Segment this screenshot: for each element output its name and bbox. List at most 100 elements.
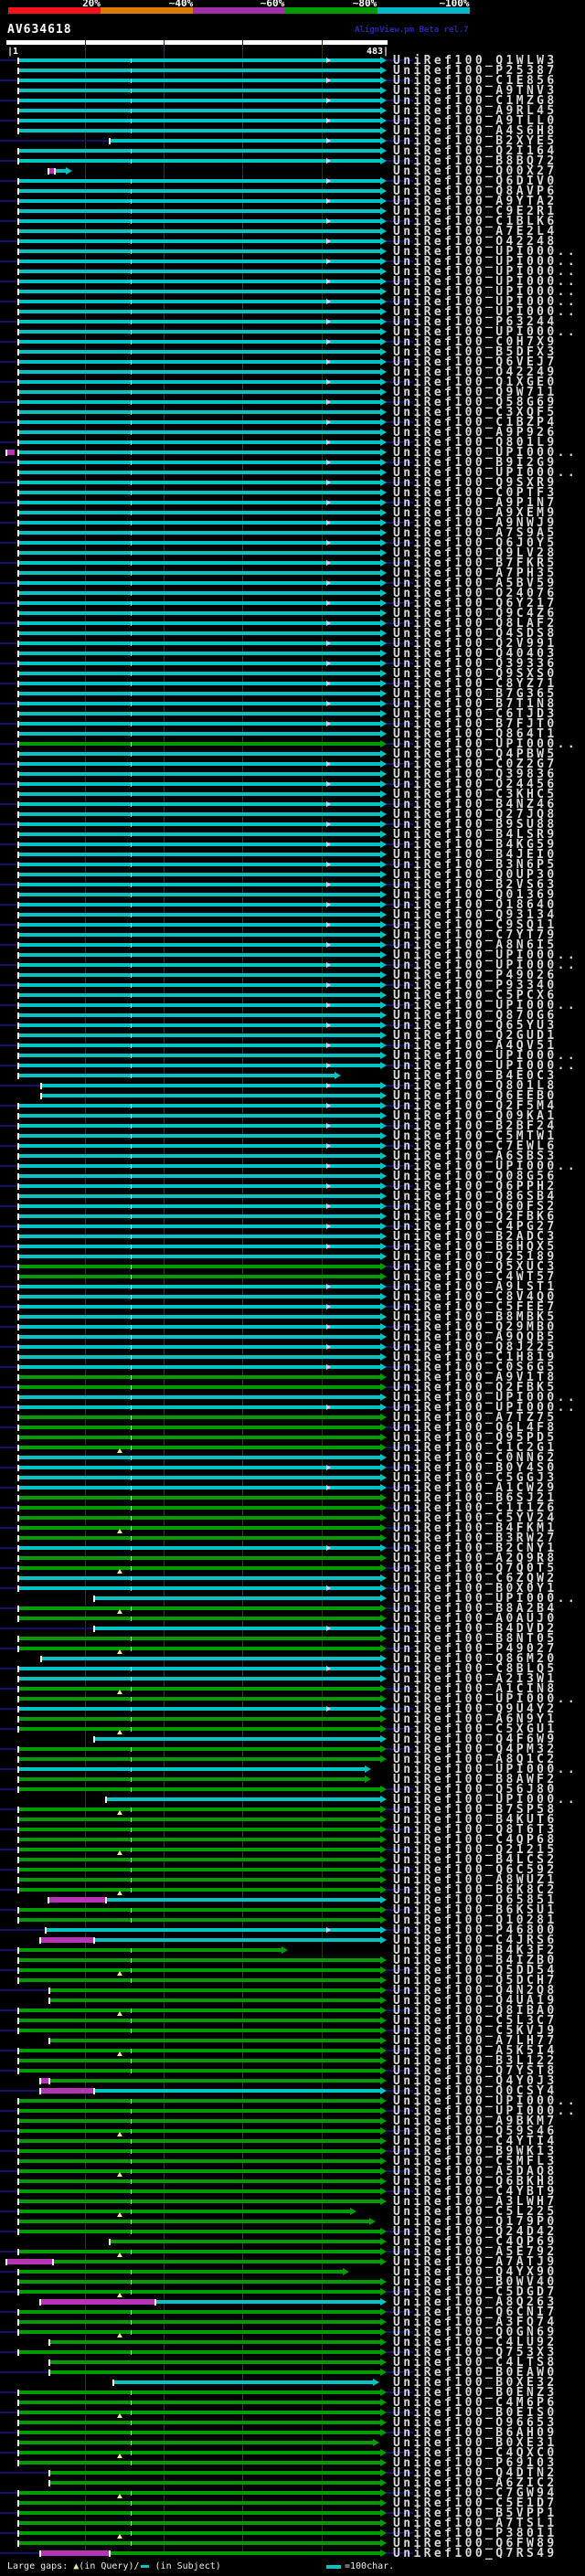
gap-leader-line <box>0 220 19 222</box>
bar-gap-tick <box>131 1265 132 1269</box>
bar-arrowhead-icon <box>380 1896 387 1903</box>
alignment-bar <box>18 1426 381 1429</box>
bar-gap-tick <box>131 1124 132 1129</box>
bar-arrowhead-icon <box>380 811 387 818</box>
gap-leader-line <box>0 1125 19 1127</box>
bar-arrowhead-icon <box>380 1595 387 1602</box>
bar-start-tick <box>17 450 20 456</box>
bar-arrowhead-icon <box>380 770 387 778</box>
bar-start-tick <box>48 1998 50 2004</box>
bar-arrowhead-icon <box>380 509 387 516</box>
bar-start-tick <box>17 1756 20 1763</box>
bar-start-tick <box>17 470 20 476</box>
bar-start-tick <box>17 2068 20 2074</box>
bar-arrowhead-icon <box>380 479 387 486</box>
bar-gap-tick <box>131 802 132 807</box>
alignment-bar <box>18 2019 381 2022</box>
hsp-boundary-arrow-icon <box>326 78 331 83</box>
bar-arrowhead-icon <box>380 921 387 928</box>
bar-arrowhead-icon <box>380 569 387 577</box>
bar-arrowhead-icon <box>380 348 387 355</box>
bar-start-tick <box>17 811 20 818</box>
gap-leader-line <box>0 160 19 162</box>
bar-gap-tick <box>131 1415 132 1420</box>
alignment-bar <box>18 430 381 434</box>
bar-gap-tick <box>131 993 132 998</box>
hsp-boundary-arrow-icon <box>326 98 331 103</box>
bar-start-tick <box>17 58 20 64</box>
bar-arrowhead-icon <box>380 1373 387 1381</box>
gap-leader-line <box>0 2552 42 2554</box>
bar-arrowhead-icon <box>380 1675 387 1682</box>
alignment-bar <box>18 370 381 374</box>
hsp-boundary-arrow-icon <box>326 1002 331 1008</box>
bar-arrowhead-icon <box>380 2328 387 2336</box>
bar-start-tick <box>17 1143 20 1150</box>
bar-gap-tick <box>131 2411 132 2415</box>
bar-start-tick <box>40 1083 43 1089</box>
bar-gap-tick <box>131 2350 132 2355</box>
bar-arrowhead-icon <box>380 599 387 607</box>
bar-start-tick <box>17 1606 20 1612</box>
gap-leader-line <box>0 120 19 122</box>
hsp-boundary-arrow-icon <box>326 399 331 405</box>
bar-start-tick <box>17 1917 20 1924</box>
alignment-bar <box>18 1888 381 1892</box>
gap-leader-line <box>0 1507 19 1509</box>
bar-gap-tick <box>131 1446 132 1450</box>
bar-gap-tick <box>131 2451 132 2455</box>
bar-start-tick <box>17 822 20 828</box>
bar-start-tick <box>17 1214 20 1220</box>
alignment-bar <box>18 1908 381 1912</box>
subject-id-label[interactable]: UniRef100_Q7RS49 <box>393 2548 558 2560</box>
bar-gap-tick <box>131 2441 132 2445</box>
bar-start-tick <box>17 2269 20 2275</box>
bar-arrowhead-icon <box>380 2117 387 2125</box>
bar-arrowhead-icon <box>380 1032 387 1039</box>
alignment-bar <box>18 2009 381 2012</box>
hsp-boundary-arrow-icon <box>326 721 331 726</box>
bar-arrowhead-icon <box>380 197 387 205</box>
bar-start-tick <box>17 2209 20 2215</box>
gap-leader-line <box>0 1065 19 1066</box>
alignment-bar <box>18 390 381 394</box>
bar-start-tick <box>48 2078 50 2084</box>
gap-leader-line <box>0 240 19 242</box>
subject-gap-dash-icon <box>140 2564 149 2568</box>
bar-gap-tick <box>131 1556 132 1561</box>
bar-gap-tick <box>131 1405 132 1410</box>
bar-arrowhead-icon <box>380 1705 387 1712</box>
bar-start-tick <box>17 1063 20 1069</box>
bar-arrowhead-icon <box>380 1243 387 1250</box>
hsp-boundary-arrow-icon <box>326 480 331 485</box>
hsp-boundary-arrow-icon <box>326 198 331 204</box>
bar-gap-tick <box>131 1727 132 1732</box>
bar-start-tick <box>17 1696 20 1702</box>
bar-arrowhead-icon <box>380 1755 387 1763</box>
alignment-bar <box>18 2441 374 2444</box>
bar-start-tick <box>17 2420 20 2426</box>
alignment-row[interactable]: UniRef100_Q7RS49 <box>0 2548 585 2560</box>
bar-start-tick <box>109 2239 112 2245</box>
gap-leader-line <box>0 763 19 765</box>
alignment-bar <box>52 2260 381 2263</box>
bar-gap-tick <box>131 1496 132 1500</box>
gap-leader-line <box>0 843 19 845</box>
gap-leader-line <box>0 2492 19 2494</box>
bar-gap-tick <box>131 591 132 596</box>
bar-start-tick <box>17 1907 20 1913</box>
hsp-boundary-arrow-icon <box>326 1405 331 1410</box>
bar-arrowhead-icon <box>380 2087 387 2094</box>
bar-start-tick <box>17 1475 20 1481</box>
alignment-bar <box>18 1807 381 1811</box>
gap-leader-line <box>0 642 19 644</box>
bar-start-tick <box>17 148 20 154</box>
bar-arrowhead-icon <box>380 378 387 386</box>
bar-start-tick <box>17 88 20 94</box>
hsp-boundary-arrow-icon <box>326 319 331 324</box>
bar-gap-tick <box>131 762 132 767</box>
bar-start-tick <box>17 108 20 114</box>
gap-leader-line <box>0 1547 19 1549</box>
bar-start-tick <box>17 1837 20 1843</box>
bar-arrowhead-icon <box>380 2198 387 2205</box>
